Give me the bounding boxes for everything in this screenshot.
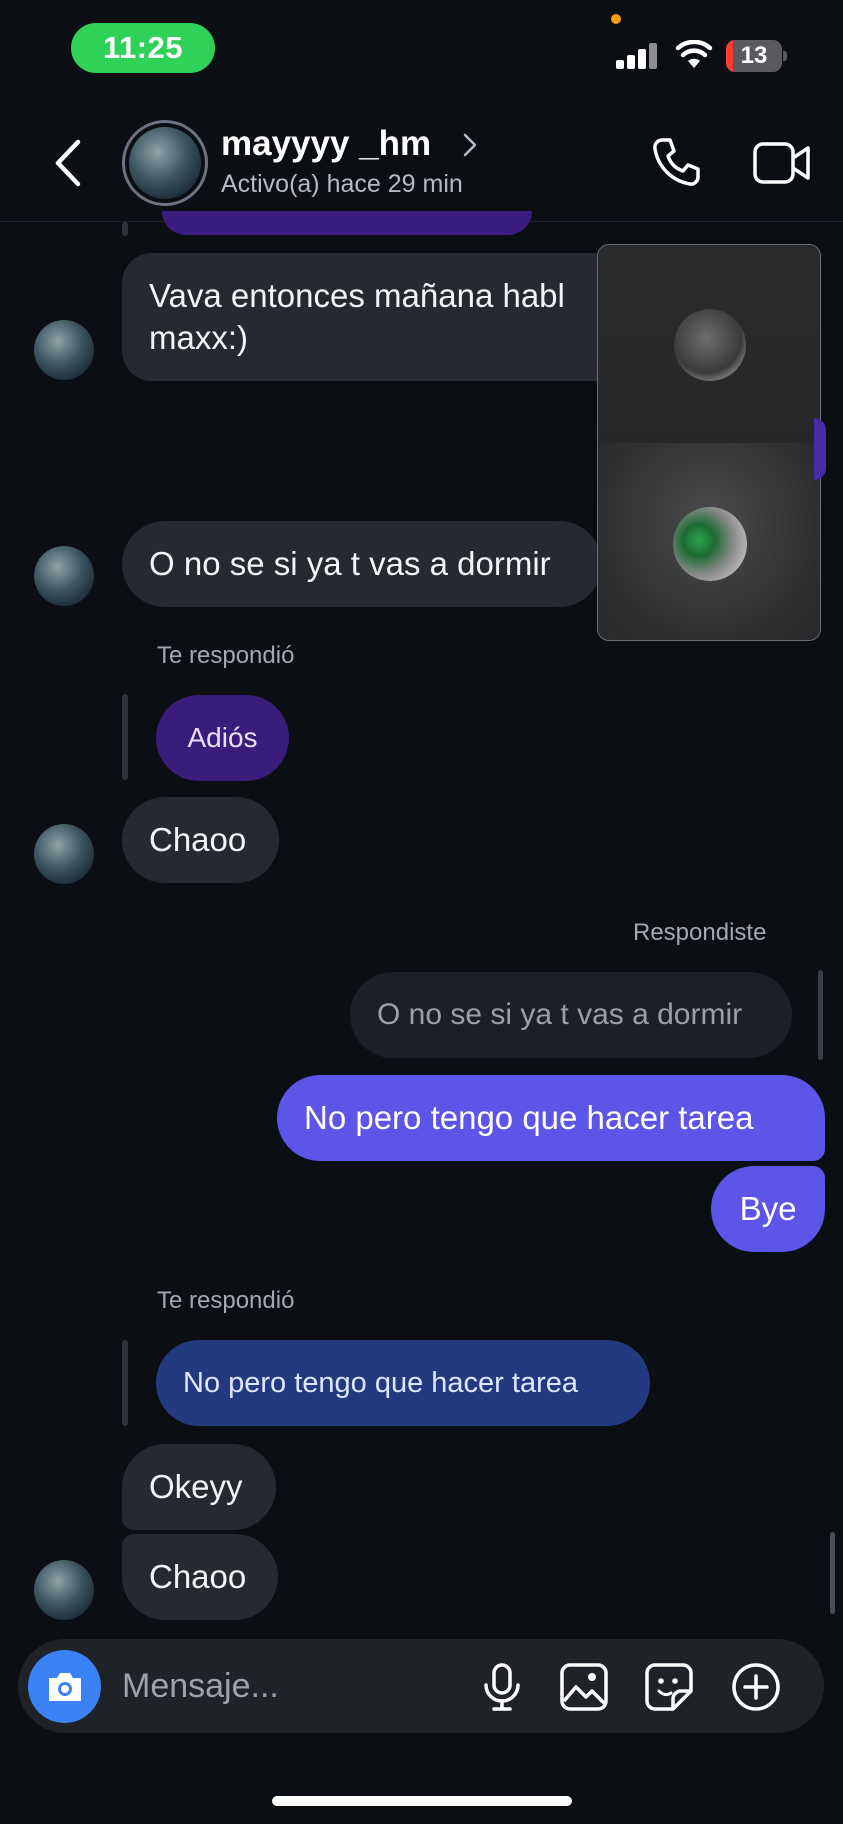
partial-message-bubble [162, 211, 532, 235]
message-input[interactable] [122, 1660, 462, 1712]
message-bubble-incoming[interactable]: Chaoo [122, 797, 279, 883]
sticker-icon[interactable] [643, 1661, 695, 1713]
message-text: Bye [739, 1190, 797, 1227]
sender-avatar[interactable] [34, 824, 94, 884]
message-text: Chaoo [149, 821, 247, 858]
reply-context-label: Respondiste [633, 919, 767, 946]
reply-indicator-bar [122, 1340, 128, 1426]
battery-percentage: 13 [740, 42, 768, 69]
participant-avatar [674, 309, 746, 381]
camera-icon [48, 1672, 81, 1701]
quoted-message-bubble[interactable]: Adiós [156, 695, 289, 781]
partial-message-bubble [814, 418, 826, 480]
quoted-message-bubble[interactable]: No pero tengo que hacer tarea [156, 1340, 650, 1426]
video-camera-icon[interactable] [752, 138, 812, 188]
status-time: 11:25 [71, 23, 215, 73]
chevron-right-icon[interactable] [462, 132, 478, 158]
sender-avatar[interactable] [34, 320, 94, 380]
sender-avatar[interactable] [34, 1560, 94, 1620]
camera-button[interactable] [28, 1650, 101, 1723]
wifi-icon [675, 40, 713, 68]
message-bubble-incoming[interactable]: Okeyy [122, 1444, 276, 1530]
sender-avatar[interactable] [34, 546, 94, 606]
privacy-indicator-dot [611, 14, 621, 24]
reply-indicator-bar [818, 970, 823, 1060]
message-text: Okeyy [149, 1468, 243, 1505]
message-bubble-outgoing[interactable]: No pero tengo que hacer tarea [277, 1075, 825, 1161]
reply-context-label: Te respondió [157, 1287, 295, 1314]
reply-indicator-bar [122, 222, 128, 236]
phone-icon[interactable] [648, 134, 704, 190]
participant-avatar [673, 507, 747, 581]
message-text: Vava entonces mañana habl [149, 277, 565, 314]
contact-avatar[interactable] [122, 120, 208, 206]
message-bubble-incoming[interactable]: Vava entonces mañana habl maxx:) [122, 253, 642, 381]
microphone-icon[interactable] [476, 1661, 528, 1713]
home-indicator[interactable] [272, 1796, 572, 1806]
message-bubble-incoming[interactable]: O no se si ya t vas a dormir [122, 521, 602, 607]
cellular-signal-icon [616, 43, 658, 69]
plus-circle-icon[interactable] [730, 1661, 782, 1713]
quoted-message-bubble[interactable]: O no se si ya t vas a dormir [350, 972, 792, 1058]
message-text: maxx:) [149, 319, 248, 356]
quoted-text: Adiós [187, 722, 258, 753]
chat-header: mayyyy _hm Activo(a) hace 29 min [0, 100, 843, 222]
quoted-text: No pero tengo que hacer tarea [183, 1367, 578, 1399]
message-bubble-outgoing[interactable]: Bye [711, 1166, 825, 1252]
message-bubble-incoming[interactable]: Chaoo [122, 1534, 278, 1620]
contact-name[interactable]: mayyyy _hm [221, 124, 431, 164]
contact-active-status: Activo(a) hace 29 min [221, 170, 463, 198]
image-icon[interactable] [558, 1661, 610, 1713]
message-text: O no se si ya t vas a dormir [149, 545, 551, 582]
message-text: No pero tengo que hacer tarea [304, 1099, 754, 1136]
reply-indicator-bar [122, 694, 128, 780]
back-icon[interactable] [50, 138, 86, 188]
battery-icon: 13 [726, 40, 787, 72]
scrollbar[interactable] [830, 1532, 835, 1614]
reply-context-label: Te respondió [157, 642, 295, 669]
quoted-text: O no se si ya t vas a dormir [377, 998, 743, 1031]
message-text: Chaoo [149, 1558, 247, 1595]
video-call-pip[interactable] [597, 244, 821, 641]
